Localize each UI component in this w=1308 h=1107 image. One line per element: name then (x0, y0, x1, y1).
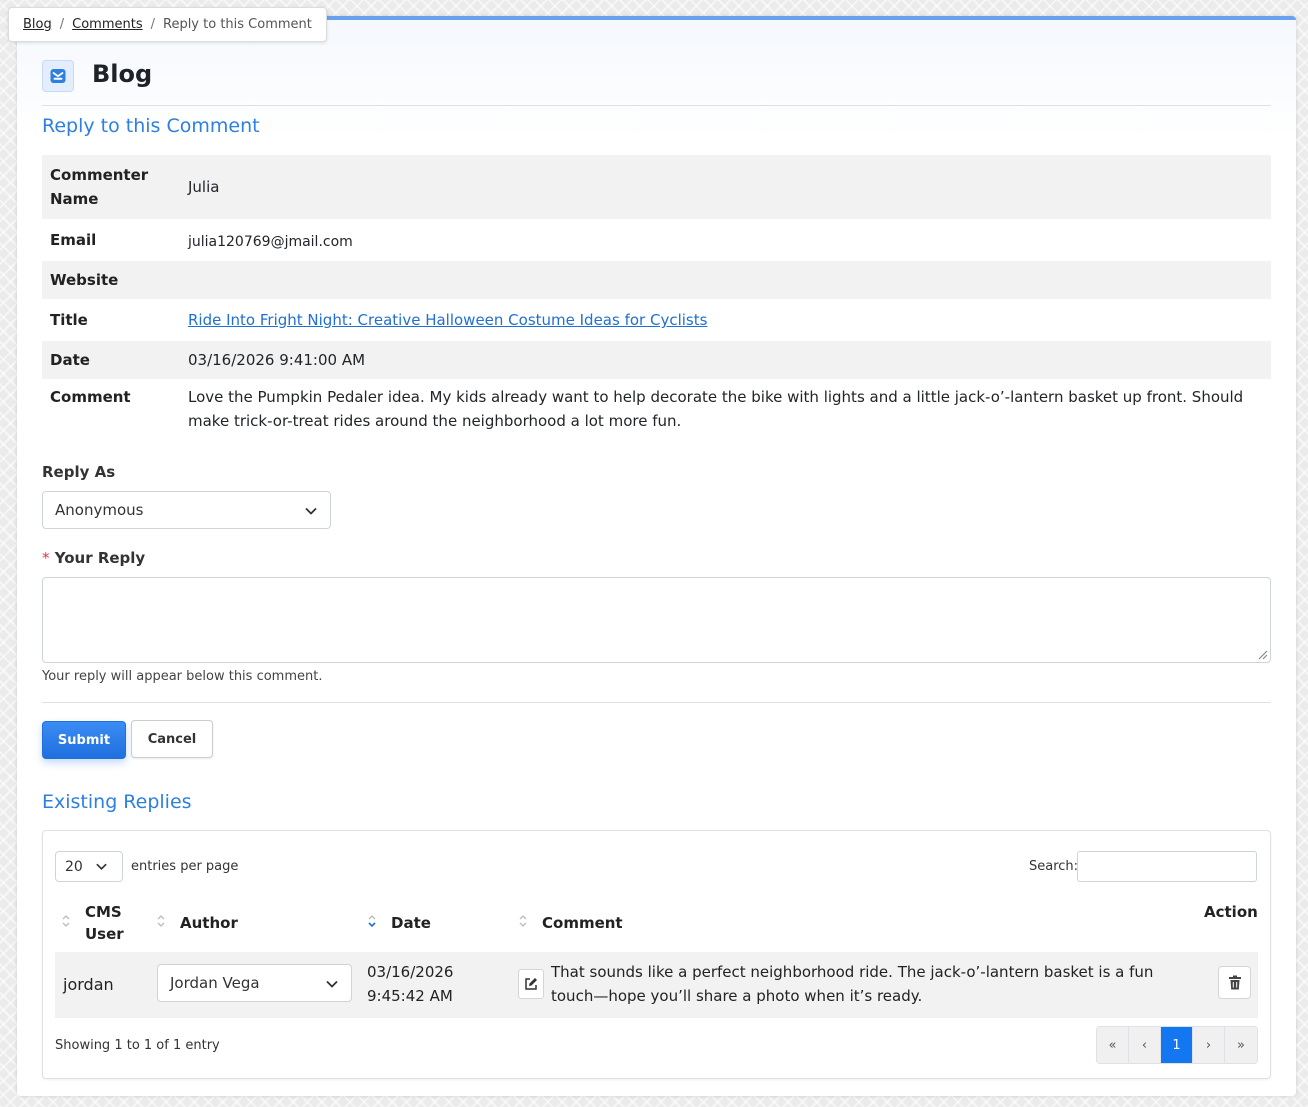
sort-icon[interactable] (518, 913, 528, 929)
chevron-down-icon (326, 980, 338, 988)
cancel-button[interactable]: Cancel (131, 720, 213, 758)
author-select[interactable]: Jordan Vega (157, 964, 352, 1002)
cell-date: 03/16/2026 9:45:42 AM (367, 960, 453, 1008)
column-header-author[interactable]: Author (180, 912, 238, 934)
pagination-prev-button[interactable]: ‹ (1129, 1027, 1161, 1063)
chevron-down-icon (305, 507, 317, 515)
breadcrumb: Blog / Comments / Reply to this Comment (8, 7, 327, 42)
breadcrumb-current: Reply to this Comment (163, 17, 312, 32)
reply-textarea[interactable] (42, 577, 1271, 663)
detail-row-date: Date 03/16/2026 9:41:00 AM (42, 341, 1271, 379)
your-reply-label: * Your Reply (42, 549, 1271, 567)
detail-row-title: Title Ride Into Fright Night: Creative H… (42, 299, 1271, 341)
edit-comment-button[interactable] (518, 969, 544, 999)
page-title: Blog (92, 60, 153, 88)
commenter-email: julia120769@jmail.com (188, 234, 353, 250)
breadcrumb-link-comments[interactable]: Comments (72, 17, 142, 32)
comment-text: Love the Pumpkin Pedaler idea. My kids a… (188, 388, 1244, 430)
resize-handle-icon[interactable] (1256, 648, 1268, 660)
detail-row-comment: Comment Love the Pumpkin Pedaler idea. M… (42, 379, 1271, 443)
delete-reply-button[interactable] (1218, 966, 1251, 999)
comment-details: Commenter Name Julia Email julia120769@j… (42, 155, 1271, 443)
your-reply-label-text: Your Reply (54, 549, 146, 567)
inbox-icon (42, 60, 74, 92)
breadcrumb-link-blog[interactable]: Blog (23, 17, 52, 32)
reply-help-text: Your reply will appear below this commen… (42, 669, 323, 684)
chevron-down-icon (96, 863, 107, 871)
section-title: Reply to this Comment (42, 115, 260, 137)
table-row: jordan Jordan Vega 03/16/2026 9:45:42 AM… (55, 952, 1258, 1018)
post-title-link[interactable]: Ride Into Fright Night: Creative Hallowe… (188, 311, 707, 329)
sort-descending-icon[interactable] (367, 913, 377, 929)
reply-as-label: Reply As (42, 463, 116, 481)
detail-row-commenter: Commenter Name Julia (42, 155, 1271, 219)
reply-as-value: Anonymous (55, 501, 144, 519)
entries-per-page-label: entries per page (131, 859, 239, 874)
required-marker: * (42, 549, 50, 567)
cell-date-line2: 9:45:42 AM (367, 987, 453, 1005)
search-label: Search: (1029, 859, 1079, 874)
replies-table-card: 20 entries per page Search: CMS User Aut… (42, 830, 1271, 1079)
detail-label: Email (50, 231, 97, 249)
sort-icon[interactable] (156, 913, 166, 929)
detail-label: Website (50, 271, 119, 289)
divider (42, 702, 1271, 703)
edit-icon (525, 978, 537, 990)
detail-label: Comment (50, 388, 131, 406)
pagination-first-button[interactable]: « (1097, 1027, 1129, 1063)
detail-label: Date (50, 351, 90, 369)
search-input[interactable] (1077, 851, 1257, 882)
column-header-comment[interactable]: Comment (542, 912, 623, 934)
page-header: Blog (42, 56, 1271, 106)
page-size-value: 20 (65, 858, 83, 875)
pagination: « ‹ 1 › » (1096, 1026, 1258, 1064)
breadcrumb-separator: / (59, 17, 65, 32)
detail-row-website: Website (42, 261, 1271, 299)
cell-date-line1: 03/16/2026 (367, 963, 454, 981)
sort-icon[interactable] (61, 913, 71, 929)
cell-comment: That sounds like a perfect neighborhood … (551, 963, 1154, 1005)
column-header-cms-user[interactable]: CMS User (85, 901, 135, 945)
detail-label: Commenter Name (50, 166, 149, 208)
column-header-date[interactable]: Date (391, 912, 431, 934)
existing-replies-title: Existing Replies (42, 791, 192, 813)
pagination-last-button[interactable]: » (1225, 1027, 1257, 1063)
trash-icon (1228, 975, 1241, 990)
commenter-name: Julia (188, 178, 220, 196)
pagination-next-button[interactable]: › (1193, 1027, 1225, 1063)
pagination-page-1[interactable]: 1 (1161, 1027, 1193, 1063)
column-header-action: Action (1204, 903, 1258, 921)
breadcrumb-separator: / (150, 17, 155, 32)
cell-cms-user: jordan (63, 975, 114, 994)
page-size-select[interactable]: 20 (55, 851, 123, 882)
submit-button[interactable]: Submit (42, 721, 126, 759)
detail-row-email: Email julia120769@jmail.com (42, 219, 1271, 261)
reply-as-select[interactable]: Anonymous (42, 491, 331, 529)
main-panel: Blog Reply to this Comment Commenter Nam… (17, 16, 1296, 1096)
author-value: Jordan Vega (170, 974, 260, 992)
detail-label: Title (50, 311, 88, 329)
showing-entries-text: Showing 1 to 1 of 1 entry (55, 1038, 220, 1053)
comment-date: 03/16/2026 9:41:00 AM (188, 351, 366, 369)
